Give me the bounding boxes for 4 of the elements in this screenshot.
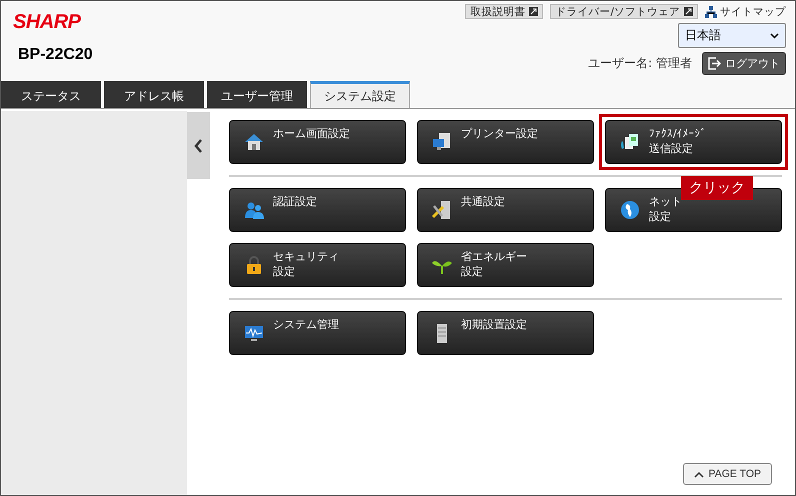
callout-tooltip: クリック [681, 176, 753, 200]
user-name: ユーザー名: 管理者 [588, 55, 692, 72]
model-name: BP-22C20 [17, 46, 93, 64]
brand-logo: SHARP [13, 11, 82, 34]
